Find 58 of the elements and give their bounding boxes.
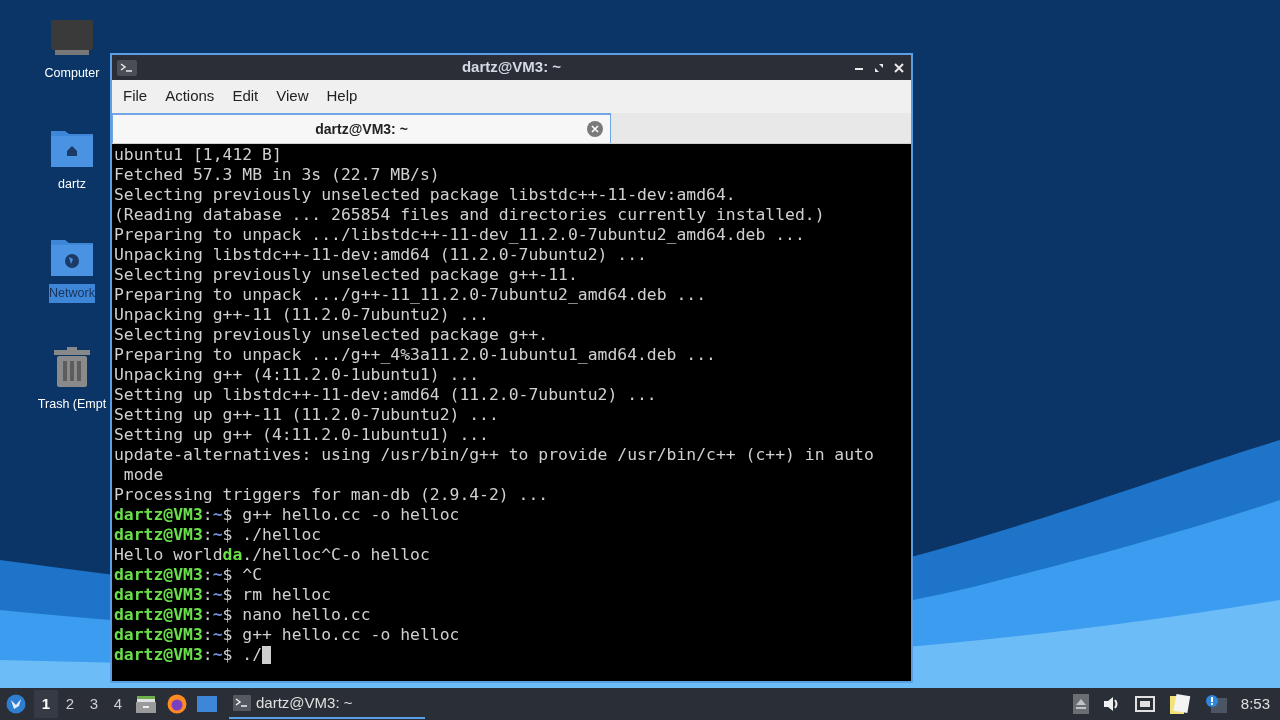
menu-item[interactable]: File [114, 85, 157, 108]
window-title: dartz@VM3: ~ [460, 57, 563, 78]
terminal-line: Selecting previously unselected package libstdc++-11-dev:amd64. [114, 185, 737, 205]
network-folder-icon [51, 238, 93, 276]
workspace-button[interactable]: 2 [58, 690, 82, 718]
menu-item[interactable]: Edit [223, 85, 268, 108]
network-icon[interactable] [1134, 696, 1155, 712]
terminal-line: mode [122, 465, 165, 485]
terminal-line: Fetched 57.3 MB in 3s (22.7 MB/s) [114, 165, 441, 185]
terminal-line: Unpacking g++ (4:11.2.0-1ubuntu1) ... [114, 365, 481, 385]
terminal-line: dartz@VM3:~$ ./helloc [114, 525, 323, 545]
file-manager-icon[interactable] [136, 695, 156, 713]
terminal-line: Preparing to unpack .../g++-11_11.2.0-7ubuntu2_amd64.deb ... [114, 285, 708, 305]
eject-icon[interactable] [1072, 694, 1089, 714]
terminal-line: Processing triggers for man-db (2.9.4-2) ... [114, 485, 550, 505]
terminal-line: Selecting previously unselected package g++. [114, 325, 550, 345]
clipboard-icon[interactable] [1168, 693, 1191, 715]
terminal-line: (Reading database ... 265854 files and directories currently installed.) [114, 205, 826, 225]
terminal-line: Setting up libstdc++-11-dev:amd64 (11.2.0-7ubuntu2) ... [114, 385, 658, 405]
terminal-line: Preparing to unpack .../g++_4%3a11.2.0-1ubuntu1_amd64.deb ... [114, 345, 717, 365]
terminal-line: dartz@VM3:~$ ./ [114, 645, 911, 665]
menu-item[interactable]: View [267, 85, 318, 108]
maximize-icon[interactable] [873, 61, 885, 74]
workspace-button[interactable]: 4 [106, 690, 130, 718]
terminal-line: Setting up g++-11 (11.2.0-7ubuntu2) ... [114, 405, 500, 425]
terminal-line: dartz@VM3:~$ g++ hello.cc -o helloc [114, 625, 461, 645]
clock[interactable]: 8:53 [1240, 692, 1270, 716]
trash-icon [54, 347, 90, 387]
close-icon[interactable] [893, 61, 905, 74]
terminal-line: Preparing to unpack .../libstdc++-11-dev_11.2.0-7ubuntu2_amd64.deb ... [114, 225, 806, 245]
computer-icon [51, 20, 93, 56]
terminal-line: dartz@VM3:~$ g++ hello.cc -o helloc [114, 505, 461, 525]
terminal-line: dartz@VM3:~$ rm helloc [114, 585, 333, 605]
terminal-icon [117, 59, 137, 76]
close-tab-icon[interactable] [587, 121, 603, 137]
terminal-line: ubuntu1 [1,412 B] [114, 145, 283, 165]
desktop-icon-label[interactable]: Trash (Empt [37, 395, 107, 414]
terminal-line: Unpacking g++-11 (11.2.0-7ubuntu2) ... [114, 305, 490, 325]
browser-icon[interactable] [167, 694, 187, 714]
start-menu-icon[interactable] [6, 694, 26, 714]
home-folder-icon [51, 129, 93, 167]
terminal-line: Unpacking libstdc++-11-dev:amd64 (11.2.0-7ubuntu2) ... [114, 245, 648, 265]
taskbar-window-button[interactable]: dartz@VM3: ~ [229, 689, 425, 719]
terminal-line: Hello worldda./helloc^C-o helloc [114, 545, 431, 565]
terminal-line: Setting up g++ (4:11.2.0-1ubuntu1) ... [114, 425, 490, 445]
terminal-line: dartz@VM3:~$ nano hello.cc [114, 605, 372, 625]
menu-item[interactable]: Actions [156, 85, 224, 108]
workspace-button[interactable]: 3 [82, 690, 106, 718]
notification-icon[interactable] [1204, 694, 1227, 714]
terminal-icon [233, 695, 251, 711]
desktop-icon-label[interactable]: dartz [58, 175, 86, 194]
terminal-line: Selecting previously unselected package g++-11. [114, 265, 579, 285]
desktop-icon-label[interactable]: Computer [44, 64, 100, 83]
terminal-line: update-alternatives: using /usr/bin/g++ to provide /usr/bin/c++ (c++) in auto [114, 445, 875, 465]
terminal-line: dartz@VM3:~$ ^C [114, 565, 264, 585]
workspace-button[interactable]: 1 [34, 690, 58, 718]
menu-item[interactable]: Help [317, 85, 367, 108]
tab[interactable]: dartz@VM3: ~ [112, 113, 611, 143]
